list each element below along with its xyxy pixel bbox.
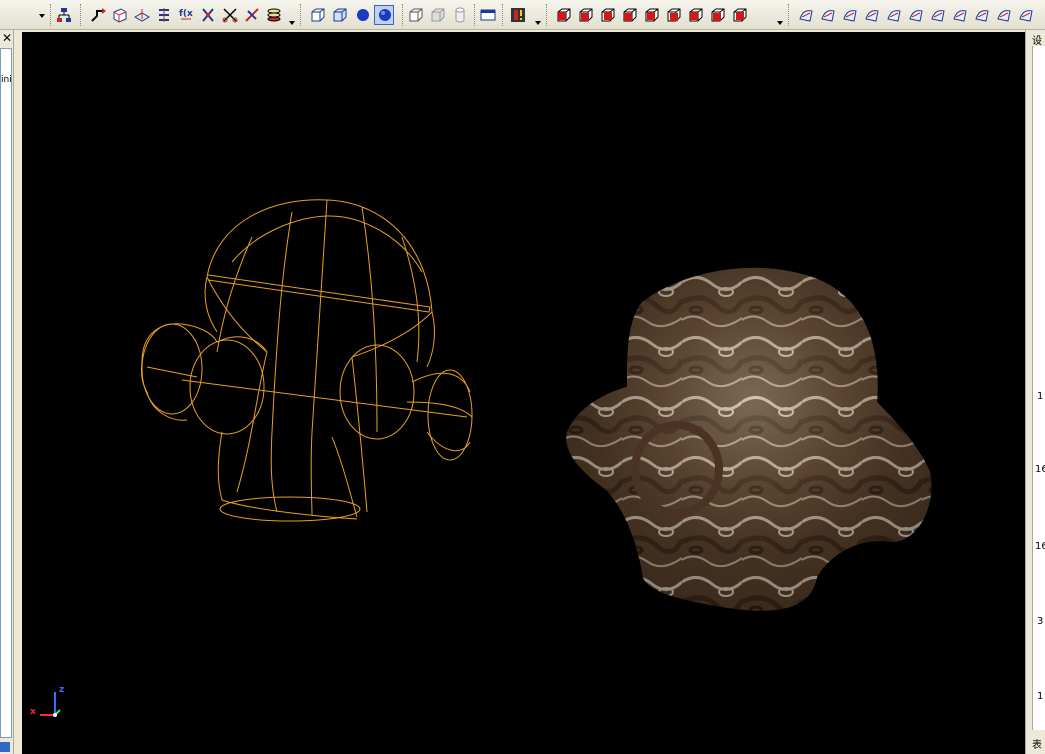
fx-icon[interactable]: f(x)	[178, 7, 194, 23]
shape-4-icon[interactable]	[864, 7, 880, 23]
toolbar-separator	[502, 4, 504, 26]
cube-gray-2-icon[interactable]	[430, 7, 446, 23]
transform-icon[interactable]	[200, 7, 216, 23]
plane-icon[interactable]	[134, 7, 150, 23]
svg-text:f(x): f(x)	[179, 9, 194, 19]
shape-2-icon[interactable]	[820, 7, 836, 23]
axis-z-label: z	[59, 685, 65, 695]
right-panel-value: 3	[1037, 616, 1044, 627]
view-front-icon[interactable]	[578, 7, 594, 23]
view-back-icon[interactable]	[600, 7, 616, 23]
window-icon[interactable]	[480, 7, 496, 23]
3d-viewport[interactable]: x z	[22, 32, 1025, 754]
shape-7-icon[interactable]	[930, 7, 946, 23]
view-normal-icon[interactable]	[732, 7, 748, 23]
sphere-shaded-icon[interactable]	[377, 7, 393, 23]
left-panel-label: ini	[1, 75, 12, 85]
right-panel: 设 1 16 16 3 1 表	[1025, 30, 1045, 754]
view-iso-icon[interactable]	[556, 7, 572, 23]
shape-6-icon[interactable]	[908, 7, 924, 23]
box-outline-icon[interactable]	[310, 7, 326, 23]
shape-8-icon[interactable]	[952, 7, 968, 23]
layers-icon[interactable]	[266, 7, 282, 23]
scissors-icon[interactable]	[222, 7, 238, 23]
left-panel: ✕ ini	[0, 30, 14, 754]
toolbar-overflow-chevron[interactable]	[535, 16, 541, 25]
axis-x-label: x	[30, 707, 36, 717]
hierarchy-icon[interactable]	[56, 7, 72, 23]
toolbar-overflow-chevron[interactable]	[289, 16, 295, 25]
shape-3-icon[interactable]	[842, 7, 858, 23]
textured-model	[566, 267, 932, 611]
right-panel-value: 16	[1035, 464, 1045, 475]
render-icon[interactable]	[510, 7, 526, 23]
view-left-icon[interactable]	[622, 7, 638, 23]
left-panel-scroll-button[interactable]	[0, 742, 10, 752]
right-panel-list[interactable]: 1 16 16 3 1	[1032, 46, 1045, 730]
view-bottom-icon[interactable]	[688, 7, 704, 23]
toolbar-overflow-chevron[interactable]	[777, 16, 783, 25]
right-panel-value: 16	[1035, 541, 1045, 552]
view-top-icon[interactable]	[666, 7, 682, 23]
toolbar-separator	[788, 4, 790, 26]
toolbar-separator	[402, 4, 404, 26]
close-icon[interactable]: ✕	[1, 31, 13, 45]
surface-box-icon[interactable]	[112, 7, 128, 23]
right-panel-header[interactable]: 设	[1032, 32, 1042, 47]
shape-9-icon[interactable]	[974, 7, 990, 23]
right-panel-footer[interactable]: 表	[1032, 736, 1042, 751]
align-icon[interactable]	[244, 7, 260, 23]
split-icon[interactable]	[156, 7, 172, 23]
view-persp-icon[interactable]	[710, 7, 726, 23]
sphere-icon[interactable]	[355, 7, 371, 23]
view-right-icon[interactable]	[644, 7, 660, 23]
shape-10-icon[interactable]	[996, 7, 1012, 23]
right-panel-value: 1	[1037, 691, 1044, 702]
shape-11-icon[interactable]	[1018, 7, 1034, 23]
shape-1-icon[interactable]	[798, 7, 814, 23]
main-toolbar: f(x)	[0, 0, 1045, 30]
toolbar-separator	[300, 4, 302, 26]
shape-5-icon[interactable]	[886, 7, 902, 23]
axis-triad	[40, 692, 61, 717]
left-panel-list[interactable]: ini	[0, 48, 12, 738]
toolbar-dropdown-arrow[interactable]	[38, 10, 46, 18]
box-solid-icon[interactable]	[332, 7, 348, 23]
right-panel-value: 1	[1037, 391, 1044, 402]
toolbar-separator	[474, 4, 476, 26]
toolbar-separator	[546, 4, 548, 26]
scene-canvas	[40, 199, 932, 717]
toolbar-separator	[50, 4, 52, 26]
arrow-curve-icon[interactable]	[90, 7, 106, 23]
wireframe-model	[141, 199, 473, 522]
cylinder-gray-icon[interactable]	[452, 7, 468, 23]
cube-gray-icon[interactable]	[408, 7, 424, 23]
toolbar-separator	[80, 4, 82, 26]
